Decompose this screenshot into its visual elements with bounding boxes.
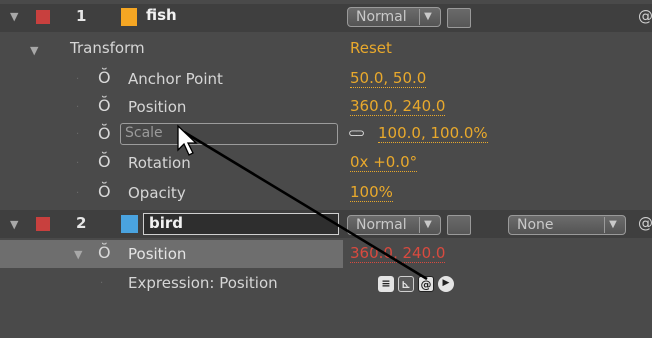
track-matte-dropdown[interactable]: None ▼ (508, 215, 626, 235)
scale-value[interactable]: 100.0, 100.0% (378, 125, 488, 143)
preserve-transparency-toggle[interactable] (447, 8, 471, 28)
position-value[interactable]: 360.0, 240.0 (350, 98, 446, 116)
expression-language-menu-icon[interactable]: ▶ (438, 276, 454, 292)
pickwhip-icon: @ (638, 7, 652, 25)
layer-color-swatch-bird (121, 215, 138, 233)
layer-label-color-fish[interactable] (36, 10, 50, 24)
blend-mode-value: Normal (356, 9, 407, 25)
stopwatch-icon[interactable]: Ŏ (98, 243, 111, 262)
chevron-down-icon: ▼ (419, 9, 436, 25)
twirl-down-icon[interactable]: ▼ (10, 218, 18, 231)
indent-dot: · (76, 74, 80, 85)
property-label-bird-position: Position (128, 245, 187, 263)
indent-dot: · (76, 102, 80, 113)
stopwatch-icon[interactable]: Ŏ (98, 68, 111, 87)
layer-color-swatch-fish (121, 8, 137, 26)
property-label-scale: Scale (125, 125, 163, 141)
transform-group-row[interactable]: ▼ Transform Reset (0, 36, 652, 64)
indent-dot: · (76, 188, 80, 199)
property-row-bird-position[interactable]: ▼ Ŏ Position 360.0, 240.0 (0, 240, 652, 268)
rotation-value[interactable]: 0x +0.0° (350, 154, 418, 172)
transform-reset-link[interactable]: Reset (350, 40, 392, 57)
anchor-point-value[interactable]: 50.0, 50.0 (350, 70, 427, 88)
indent-dot: · (76, 129, 80, 140)
property-row-scale: · Ŏ Scale ⊂⊃ 100.0, 100.0% (0, 120, 652, 148)
indent-dot: · (76, 158, 80, 169)
blend-mode-dropdown-bird[interactable]: Normal ▼ (347, 215, 441, 235)
twirl-down-icon[interactable]: ▼ (30, 44, 38, 57)
layer-name-field-bird[interactable]: bird (143, 213, 339, 235)
stopwatch-icon[interactable]: Ŏ (98, 124, 111, 143)
indent-dot: · (100, 278, 104, 289)
layer-number: 2 (76, 214, 87, 232)
expression-pickwhip-icon[interactable]: @ (418, 276, 434, 292)
pickwhip-icon: @ (638, 214, 652, 232)
property-label-rotation: Rotation (128, 154, 191, 172)
property-label-opacity: Opacity (128, 184, 186, 202)
preserve-transparency-toggle[interactable] (447, 215, 471, 235)
stopwatch-icon[interactable]: Ŏ (98, 96, 111, 115)
blend-mode-value: Normal (356, 217, 407, 233)
chevron-down-icon: ▼ (419, 217, 436, 233)
layer-label-color-bird[interactable] (36, 217, 50, 231)
chevron-down-icon: ▼ (604, 217, 621, 233)
track-matte-value: None (517, 217, 554, 233)
layer-number: 1 (76, 7, 87, 25)
property-label-anchor-point: Anchor Point (128, 70, 223, 88)
layer-row-bird[interactable]: ▼ 2 bird Normal ▼ None ▼ @ (0, 210, 652, 238)
opacity-value[interactable]: 100% (350, 184, 393, 202)
twirl-down-icon[interactable]: ▼ (10, 10, 18, 23)
property-row-opacity: · Ŏ Opacity 100% (0, 180, 652, 206)
transform-label: Transform (70, 39, 145, 57)
blend-mode-dropdown-fish[interactable]: Normal ▼ (347, 7, 441, 27)
property-row-position: · Ŏ Position 360.0, 240.0 (0, 94, 652, 120)
graph-editor-icon[interactable]: ⊾ (398, 276, 414, 292)
bird-position-value[interactable]: 360.0, 240.0 (350, 245, 446, 263)
layer-row-fish[interactable]: ▼ 1 fish Normal ▼ @ (0, 4, 652, 32)
enable-expression-icon[interactable]: ≡ (378, 276, 394, 292)
scale-name-field[interactable]: Scale (120, 123, 338, 145)
constrain-proportions-link-icon[interactable]: ⊂⊃ (348, 126, 365, 140)
property-label-position: Position (128, 98, 187, 116)
stopwatch-icon[interactable]: Ŏ (98, 152, 111, 171)
expression-row: · Expression: Position ≡ ⊾ @ ▶ (0, 270, 652, 298)
layer-name-bird: bird (149, 214, 184, 232)
property-row-rotation: · Ŏ Rotation 0x +0.0° (0, 150, 652, 176)
stopwatch-icon[interactable]: Ŏ (98, 182, 111, 201)
layer-name-fish[interactable]: fish (146, 6, 177, 24)
property-row-anchor-point: · Ŏ Anchor Point 50.0, 50.0 (0, 66, 652, 92)
expression-label: Expression: Position (128, 274, 278, 292)
twirl-down-icon[interactable]: ▼ (74, 248, 82, 261)
